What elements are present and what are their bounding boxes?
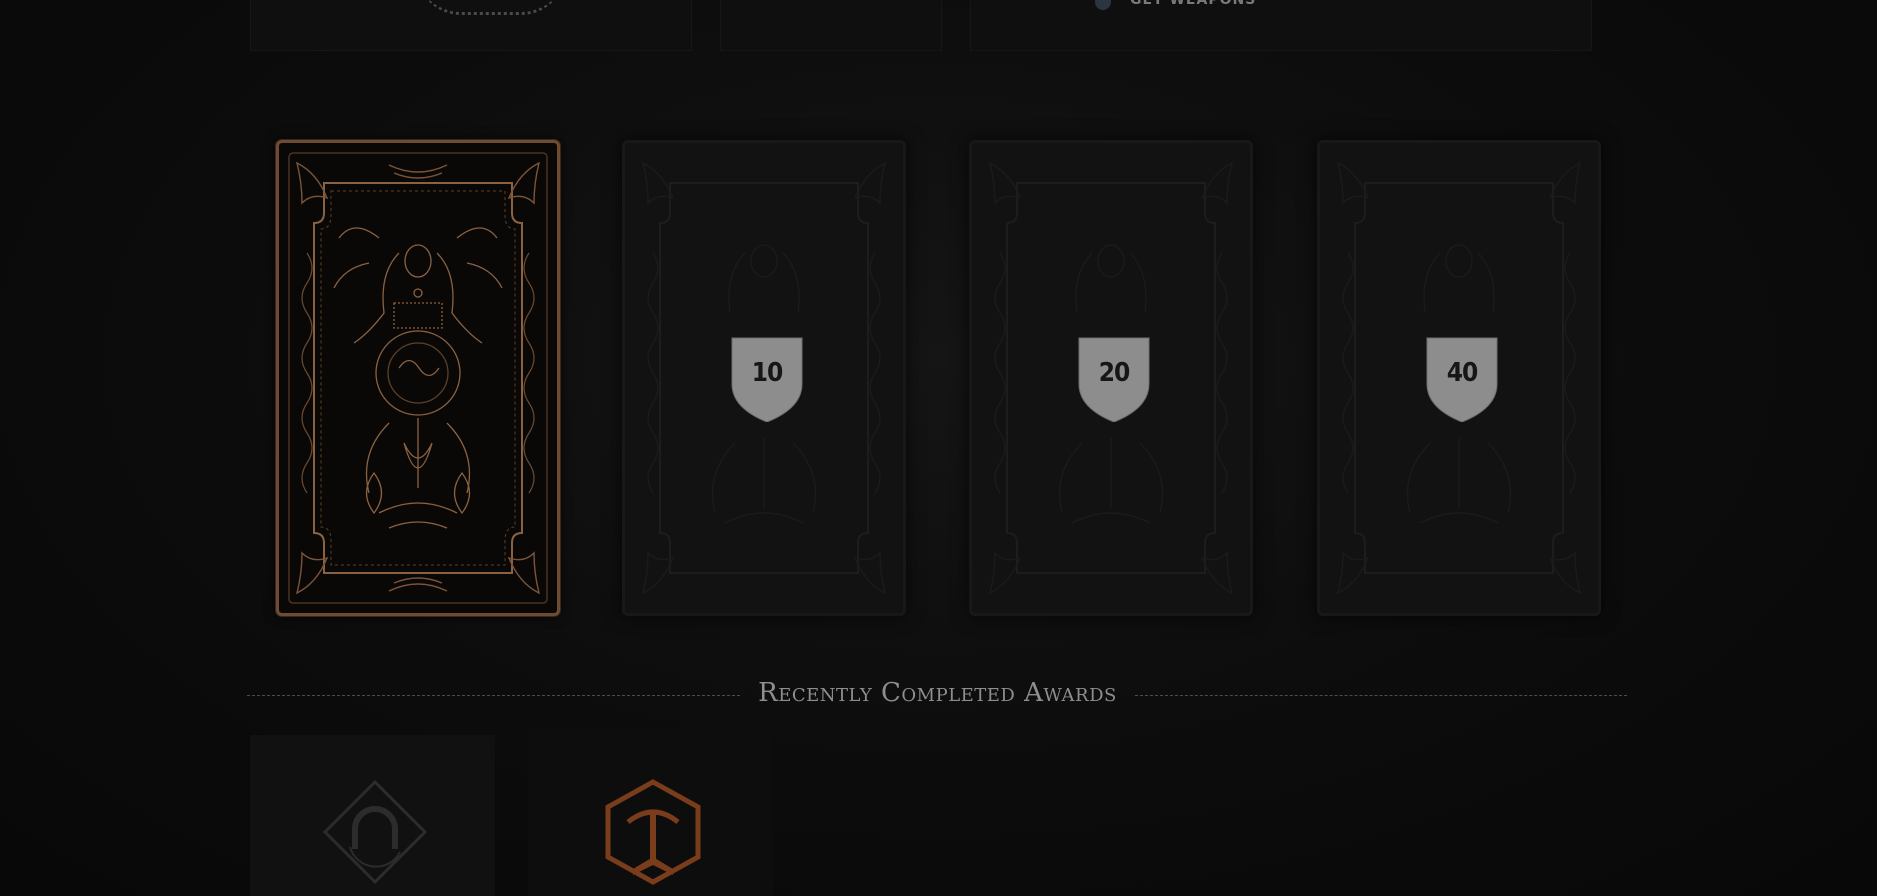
card-slot-4[interactable]: 40 <box>1317 140 1601 616</box>
lock-badge: 10 <box>730 336 804 422</box>
tarot-card-locked[interactable]: 40 <box>1317 140 1601 616</box>
card-slot-3[interactable]: 20 <box>969 140 1253 616</box>
tarot-card-locked[interactable]: 20 <box>969 140 1253 616</box>
lasso-icon <box>416 0 566 15</box>
card-slot-1[interactable] <box>276 140 560 616</box>
top-strip: Get Weapons <box>250 0 1630 52</box>
awards-page: Get Weapons <box>0 0 1877 896</box>
divider <box>247 695 740 696</box>
divider <box>1135 695 1627 696</box>
badge-number: 10 <box>751 358 784 388</box>
lock-badge: 40 <box>1425 336 1499 422</box>
card-row: 10 20 40 <box>274 140 1624 620</box>
badge-number: 40 <box>1446 358 1479 388</box>
pickaxe-book-icon <box>578 757 728 896</box>
top-panel-middle[interactable] <box>720 0 942 51</box>
award-tile[interactable] <box>528 735 773 896</box>
horseshoe-icon <box>300 757 450 896</box>
section-title: Recently Completed Awards <box>758 678 1117 708</box>
tarot-card-locked[interactable]: 10 <box>622 140 906 616</box>
top-panel-weapons[interactable] <box>970 0 1592 51</box>
recent-awards-list <box>250 735 1630 896</box>
recent-awards-header: Recently Completed Awards <box>247 676 1627 716</box>
tarot-card-unlocked[interactable] <box>276 140 560 616</box>
card-slot-2[interactable]: 10 <box>622 140 906 616</box>
card-ornament <box>288 152 548 604</box>
award-tile[interactable] <box>250 735 495 896</box>
top-panel-label: Get Weapons <box>1130 0 1257 8</box>
top-panel-lasso[interactable] <box>250 0 692 51</box>
badge-number: 20 <box>1098 358 1131 388</box>
lock-badge: 20 <box>1077 336 1151 422</box>
